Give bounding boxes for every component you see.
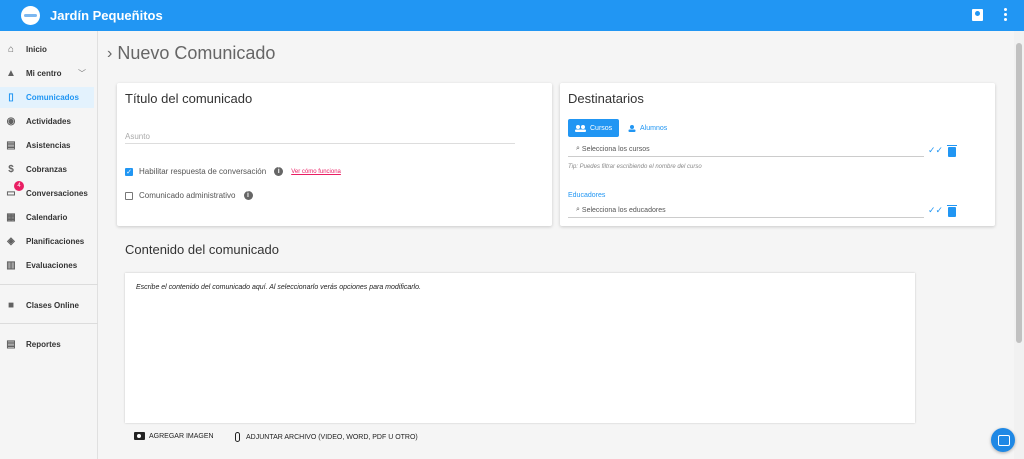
clipboard-icon: ▤ <box>6 140 16 151</box>
camera-icon <box>134 432 145 440</box>
phone-icon: ▯ <box>8 92 14 103</box>
add-image-button[interactable]: AGREGAR IMAGEN <box>134 432 214 440</box>
destinatarios-card: Destinatarios Cursos Alumnos ⌕ Seleccion… <box>560 83 995 226</box>
page-title-text: Nuevo Comunicado <box>117 43 276 63</box>
educadores-label: Educadores <box>568 192 606 199</box>
chat-support-button[interactable] <box>991 428 1015 452</box>
home-icon: ⌂ <box>7 44 15 55</box>
attach-file-button[interactable]: ADJUNTAR ARCHIVO (VIDEO, WORD, PDF U OTR… <box>235 432 418 442</box>
sidebar: ⌂ Inicio ▲ Mi centro ﹀ ▯ Comunicados ◉ A… <box>0 31 98 459</box>
sidebar-item-label: Evaluaciones <box>26 261 78 270</box>
page-title: › Nuevo Comunicado <box>107 43 275 64</box>
scrollbar[interactable] <box>1014 31 1024 459</box>
educadores-select[interactable]: ⌕ Selecciona los educadores <box>568 203 924 218</box>
admin-label: Comunicado administrativo <box>139 191 236 200</box>
sidebar-item-label: Conversaciones <box>26 189 88 198</box>
subject-input[interactable]: Asunto <box>125 128 515 144</box>
contact-card-icon[interactable] <box>972 8 983 21</box>
cursos-select[interactable]: ⌕ Selecciona los cursos <box>568 142 924 157</box>
sidebar-item-reportes[interactable]: ▤ Reportes <box>0 334 94 355</box>
editor-placeholder: Escribe el contenido del comunicado aquí… <box>136 284 421 291</box>
add-image-label: AGREGAR IMAGEN <box>149 432 214 440</box>
person-icon <box>628 124 636 132</box>
info-icon[interactable]: i <box>243 191 253 200</box>
clear-educadores-trash-icon[interactable] <box>947 205 957 217</box>
admin-option: Comunicado administrativo i <box>125 191 253 200</box>
sidebar-item-label: Reportes <box>26 340 61 349</box>
titulo-card-heading: Título del comunicado <box>125 91 253 106</box>
educadores-placeholder: Selecciona los educadores <box>581 206 666 214</box>
app-logo[interactable] <box>21 6 40 25</box>
destinatarios-heading: Destinatarios <box>568 91 644 106</box>
admin-checkbox[interactable] <box>125 191 133 200</box>
document-icon: ▤ <box>6 339 16 350</box>
paperclip-icon <box>235 432 240 442</box>
chevron-down-icon: ﹀ <box>78 69 86 78</box>
tab-cursos[interactable]: Cursos <box>568 119 619 137</box>
chart-icon: ▥ <box>6 260 16 271</box>
contenido-heading: Contenido del comunicado <box>125 242 279 257</box>
tab-alumnos[interactable]: Alumnos <box>628 119 680 137</box>
reply-label: Habilitar respuesta de conversación <box>139 167 267 176</box>
sidebar-item-label: Clases Online <box>26 301 79 310</box>
compass-icon: ◈ <box>7 236 15 247</box>
sidebar-item-clases-online[interactable]: ■ Clases Online <box>0 295 94 316</box>
info-icon[interactable]: i <box>274 167 284 176</box>
sidebar-item-label: Planificaciones <box>26 237 85 246</box>
cursos-placeholder: Selecciona los cursos <box>581 145 650 153</box>
sidebar-item-label: Calendario <box>26 213 68 222</box>
eye-icon: ◉ <box>6 116 16 127</box>
tab-cursos-label: Cursos <box>590 124 613 132</box>
select-all-cursos-icon[interactable]: ✓✓ <box>928 145 943 156</box>
content-editor[interactable]: Escribe el contenido del comunicado aquí… <box>125 273 915 423</box>
sidebar-divider <box>0 284 98 285</box>
sidebar-item-label: Cobranzas <box>26 165 67 174</box>
search-icon: ⌕ <box>576 145 580 152</box>
sidebar-item-label: Comunicados <box>26 93 79 102</box>
dollar-icon: $ <box>8 164 14 175</box>
chevron-right-icon: › <box>107 44 113 62</box>
sidebar-item-label: Actividades <box>26 117 71 126</box>
attach-file-label: ADJUNTAR ARCHIVO (VIDEO, WORD, PDF U OTR… <box>246 433 418 441</box>
sidebar-item-mi-centro[interactable]: ▲ Mi centro ﹀ <box>0 63 94 84</box>
sidebar-item-asistencias[interactable]: ▤ Asistencias <box>0 135 94 156</box>
app-title: Jardín Pequeñitos <box>50 8 163 23</box>
how-it-works-link[interactable]: Ver cómo funciona <box>291 169 341 175</box>
sidebar-item-label: Mi centro <box>26 69 62 78</box>
video-icon: ■ <box>7 300 15 311</box>
sidebar-item-comunicados[interactable]: ▯ Comunicados <box>0 87 94 108</box>
top-app-bar: Jardín Pequeñitos <box>0 0 1024 31</box>
sidebar-item-planificaciones[interactable]: ◈ Planificaciones <box>0 231 94 252</box>
clear-cursos-trash-icon[interactable] <box>947 145 957 157</box>
sidebar-item-evaluaciones[interactable]: ▥ Evaluaciones <box>0 255 94 276</box>
reply-checkbox[interactable]: ✓ <box>125 167 133 176</box>
more-vert-icon[interactable] <box>1001 8 1010 21</box>
search-icon: ⌕ <box>576 206 580 213</box>
sidebar-item-actividades[interactable]: ◉ Actividades <box>0 111 94 132</box>
sidebar-item-calendario[interactable]: ▦ Calendario <box>0 207 94 228</box>
sidebar-item-label: Asistencias <box>26 141 71 150</box>
sidebar-item-label: Inicio <box>26 45 47 54</box>
select-all-educadores-icon[interactable]: ✓✓ <box>928 205 943 216</box>
tab-alumnos-label: Alumnos <box>640 124 668 132</box>
titulo-card: Título del comunicado Asunto ✓ Habilitar… <box>117 83 552 226</box>
sidebar-divider <box>0 323 98 324</box>
calendar-icon: ▦ <box>6 212 16 223</box>
chat-icon: ▭ <box>6 188 16 199</box>
notification-badge: 4 <box>14 181 24 191</box>
people-icon <box>575 124 586 132</box>
sidebar-item-inicio[interactable]: ⌂ Inicio <box>0 39 94 60</box>
school-icon: ▲ <box>6 68 16 79</box>
cursos-tip: Tip: Puedes filtrar escribiendo el nombr… <box>568 164 702 170</box>
scrollbar-thumb[interactable] <box>1016 43 1022 343</box>
reply-option: ✓ Habilitar respuesta de conversación i … <box>125 167 341 176</box>
sidebar-item-cobranzas[interactable]: $ Cobranzas <box>0 159 94 180</box>
